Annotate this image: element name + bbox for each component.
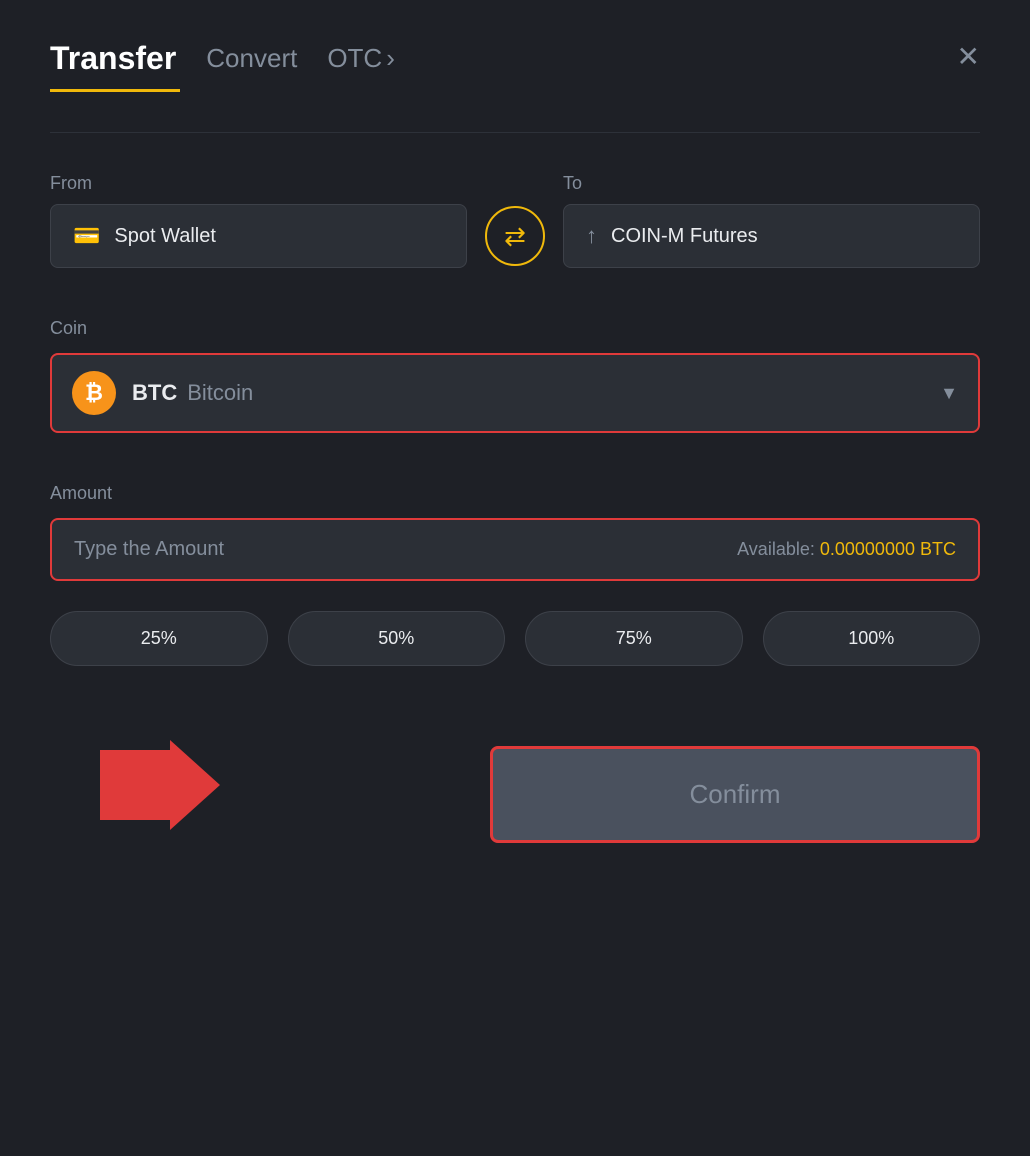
futures-arrow-icon: ↑: [586, 223, 597, 249]
amount-input[interactable]: [74, 538, 737, 561]
available-balance: Available: 0.00000000 BTC: [737, 539, 956, 560]
from-to-labels: From To: [50, 173, 980, 194]
swap-button[interactable]: ⇄: [485, 206, 545, 266]
swap-arrows-icon: ⇄: [504, 221, 526, 252]
percent-50-button[interactable]: 50%: [288, 611, 506, 666]
tab-otc[interactable]: OTC ›: [327, 43, 395, 74]
wallet-row: 💳 Spot Wallet ⇄ ↑ COIN-M Futures: [50, 204, 980, 268]
confirm-button[interactable]: Confirm: [490, 746, 980, 843]
arrow-indicator: [100, 740, 220, 849]
to-label: To: [563, 173, 980, 194]
bottom-section: Confirm: [50, 746, 980, 843]
red-arrow-icon: [100, 740, 220, 830]
amount-section: Amount Available: 0.00000000 BTC: [50, 483, 980, 581]
coin-section-label: Coin: [50, 318, 980, 339]
amount-section-label: Amount: [50, 483, 980, 504]
coin-selector-dropdown[interactable]: ₿ BTC Bitcoin ▼: [50, 353, 980, 433]
active-tab-underline: [50, 89, 180, 92]
coin-fullname: Bitcoin: [187, 380, 253, 406]
btc-coin-icon: ₿: [72, 371, 116, 415]
header-divider: [50, 132, 980, 133]
otc-chevron-icon: ›: [386, 43, 395, 74]
from-label: From: [50, 173, 467, 194]
to-wallet-label: COIN-M Futures: [611, 225, 758, 248]
percent-75-button[interactable]: 75%: [525, 611, 743, 666]
coin-section: Coin ₿ BTC Bitcoin ▼: [50, 318, 980, 433]
transfer-modal: Transfer Convert OTC › ✕ From To 💳 Spot …: [0, 0, 1030, 1156]
coin-symbol: BTC: [132, 380, 177, 406]
amount-input-box: Available: 0.00000000 BTC: [50, 518, 980, 581]
available-amount-value: 0.00000000 BTC: [820, 539, 956, 559]
close-button[interactable]: ✕: [957, 40, 980, 73]
from-wallet-selector[interactable]: 💳 Spot Wallet: [50, 204, 467, 268]
percent-25-button[interactable]: 25%: [50, 611, 268, 666]
to-wallet-selector[interactable]: ↑ COIN-M Futures: [563, 204, 980, 268]
tab-convert[interactable]: Convert: [206, 43, 297, 74]
percent-row: 25% 50% 75% 100%: [50, 611, 980, 666]
from-wallet-label: Spot Wallet: [114, 225, 216, 248]
wallet-card-icon: 💳: [73, 223, 100, 249]
tab-transfer[interactable]: Transfer: [50, 40, 176, 77]
percent-100-button[interactable]: 100%: [763, 611, 981, 666]
coin-chevron-down-icon: ▼: [940, 383, 958, 404]
modal-header: Transfer Convert OTC › ✕: [50, 40, 980, 77]
